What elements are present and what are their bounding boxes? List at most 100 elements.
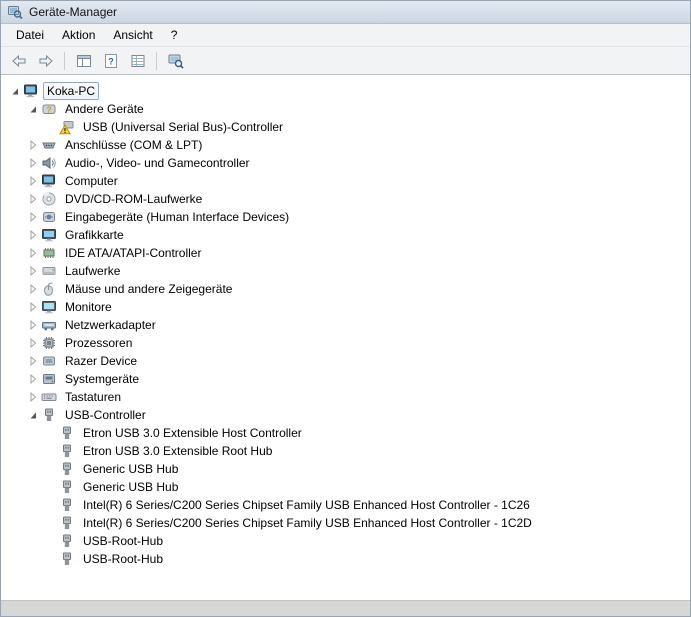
expand-arrow-icon[interactable]: [25, 371, 41, 387]
tree-item-label[interactable]: USB-Root-Hub: [79, 550, 167, 568]
tree-item[interactable]: Computer: [1, 172, 690, 190]
expand-arrow-icon[interactable]: [25, 173, 41, 189]
keyboard-icon: [41, 389, 57, 405]
tree-item-label[interactable]: Intel(R) 6 Series/C200 Series Chipset Fa…: [79, 514, 536, 532]
expand-arrow-icon[interactable]: [25, 317, 41, 333]
tree-item-label[interactable]: Computer: [61, 172, 122, 190]
tree-item-label[interactable]: Anschlüsse (COM & LPT): [61, 136, 206, 154]
expand-arrow-icon[interactable]: [25, 389, 41, 405]
tree-item-label[interactable]: Generic USB Hub: [79, 460, 182, 478]
usb-icon: [59, 497, 75, 513]
tree-item[interactable]: Prozessoren: [1, 334, 690, 352]
device-manager-icon: [7, 4, 23, 20]
tree-item[interactable]: Anschlüsse (COM & LPT): [1, 136, 690, 154]
collapse-arrow-icon[interactable]: [7, 83, 23, 99]
tree-item-label[interactable]: USB-Root-Hub: [79, 532, 167, 550]
tree-item[interactable]: Eingabegeräte (Human Interface Devices): [1, 208, 690, 226]
console-tree-button[interactable]: [71, 49, 96, 72]
expand-arrow-icon[interactable]: [25, 227, 41, 243]
expand-arrow-icon[interactable]: [25, 353, 41, 369]
titlebar[interactable]: Geräte-Manager: [1, 1, 690, 24]
expand-arrow-icon[interactable]: [25, 335, 41, 351]
tree-item-label[interactable]: Prozessoren: [61, 334, 136, 352]
tree-item-label[interactable]: Etron USB 3.0 Extensible Host Controller: [79, 424, 306, 442]
tree-item[interactable]: Etron USB 3.0 Extensible Host Controller: [1, 424, 690, 442]
tree-item-label[interactable]: Systemgeräte: [61, 370, 143, 388]
tree-item[interactable]: Intel(R) 6 Series/C200 Series Chipset Fa…: [1, 514, 690, 532]
tree-item[interactable]: Generic USB Hub: [1, 478, 690, 496]
tree-item[interactable]: IDE ATA/ATAPI-Controller: [1, 244, 690, 262]
expand-arrow-icon[interactable]: [25, 191, 41, 207]
tree-item[interactable]: Razer Device: [1, 352, 690, 370]
tree-item-label[interactable]: Eingabegeräte (Human Interface Devices): [61, 208, 293, 226]
tree-item[interactable]: Audio-, Video- und Gamecontroller: [1, 154, 690, 172]
tree-item[interactable]: Mäuse und andere Zeigegeräte: [1, 280, 690, 298]
tree-item-label[interactable]: USB (Universal Serial Bus)-Controller: [79, 118, 287, 136]
tree-item-label[interactable]: DVD/CD-ROM-Laufwerke: [61, 190, 206, 208]
tree-item[interactable]: USB-Controller: [1, 406, 690, 424]
tree-item-label[interactable]: Intel(R) 6 Series/C200 Series Chipset Fa…: [79, 496, 534, 514]
svg-text:?: ?: [108, 56, 114, 66]
tree-item[interactable]: Grafikkarte: [1, 226, 690, 244]
tree-item[interactable]: Tastaturen: [1, 388, 690, 406]
expand-arrow-icon[interactable]: [25, 245, 41, 261]
tree-item-label[interactable]: Audio-, Video- und Gamecontroller: [61, 154, 254, 172]
menu-item-aktion[interactable]: Aktion: [53, 26, 104, 44]
tree-item[interactable]: DVD/CD-ROM-Laufwerke: [1, 190, 690, 208]
display-adapter-icon: [41, 227, 57, 243]
expand-arrow-icon[interactable]: [25, 155, 41, 171]
expand-arrow-icon[interactable]: [25, 209, 41, 225]
tree-item[interactable]: USB-Root-Hub: [1, 532, 690, 550]
toolbar-separator: [156, 51, 157, 70]
tree-item[interactable]: ? Andere Geräte: [1, 100, 690, 118]
tree-item-label[interactable]: Koka-PC: [43, 82, 100, 100]
expand-arrow-icon[interactable]: [25, 263, 41, 279]
tree-item-label[interactable]: Tastaturen: [61, 388, 125, 406]
scan-hardware-button[interactable]: [163, 49, 188, 72]
menu-item-help[interactable]: ?: [162, 26, 187, 44]
menu-item-ansicht[interactable]: Ansicht: [104, 26, 161, 44]
collapse-arrow-icon[interactable]: [25, 407, 41, 423]
tree-item[interactable]: Laufwerke: [1, 262, 690, 280]
tree-item-label[interactable]: Monitore: [61, 298, 116, 316]
tree-item[interactable]: Etron USB 3.0 Extensible Root Hub: [1, 442, 690, 460]
menu-item-datei[interactable]: Datei: [7, 26, 53, 44]
expand-arrow-icon[interactable]: [25, 281, 41, 297]
tree-item-label[interactable]: Etron USB 3.0 Extensible Root Hub: [79, 442, 276, 460]
back-button[interactable]: [6, 49, 31, 72]
usb-icon: [59, 551, 75, 567]
tree-item[interactable]: USB-Root-Hub: [1, 550, 690, 568]
properties-button[interactable]: [125, 49, 150, 72]
tree-item[interactable]: Intel(R) 6 Series/C200 Series Chipset Fa…: [1, 496, 690, 514]
tree-item-label[interactable]: Netzwerkadapter: [61, 316, 160, 334]
computer-icon: [23, 83, 39, 99]
tree-item-label[interactable]: Mäuse und andere Zeigegeräte: [61, 280, 236, 298]
tree-item-label[interactable]: Grafikkarte: [61, 226, 128, 244]
collapse-arrow-icon[interactable]: [25, 101, 41, 117]
tree-item[interactable]: Netzwerkadapter: [1, 316, 690, 334]
tree-item-label[interactable]: Andere Geräte: [61, 100, 148, 118]
tree-item[interactable]: Generic USB Hub: [1, 460, 690, 478]
tree-item[interactable]: Monitore: [1, 298, 690, 316]
tree-item[interactable]: Systemgeräte: [1, 370, 690, 388]
toolbar-separator: [64, 51, 65, 70]
tree-item-label[interactable]: USB-Controller: [61, 406, 150, 424]
tree-item-label[interactable]: Razer Device: [61, 352, 141, 370]
expand-arrow-icon[interactable]: [25, 137, 41, 153]
svg-text:?: ?: [46, 104, 51, 114]
tree-item-label[interactable]: Generic USB Hub: [79, 478, 182, 496]
forward-button[interactable]: [33, 49, 58, 72]
device-tree: Koka-PC? Andere Geräte USB (Universal Seri…: [1, 82, 690, 568]
back-arrow-icon: [11, 53, 27, 69]
tree-item-label[interactable]: IDE ATA/ATAPI-Controller: [61, 244, 205, 262]
tree-item[interactable]: Koka-PC: [1, 82, 690, 100]
tree-item-label[interactable]: Laufwerke: [61, 262, 124, 280]
expand-arrow-icon[interactable]: [25, 299, 41, 315]
unknown-device-icon: ?: [41, 101, 57, 117]
disk-drive-icon: [41, 263, 57, 279]
tree-item[interactable]: USB (Universal Serial Bus)-Controller: [1, 118, 690, 136]
help-button[interactable]: ?: [98, 49, 123, 72]
